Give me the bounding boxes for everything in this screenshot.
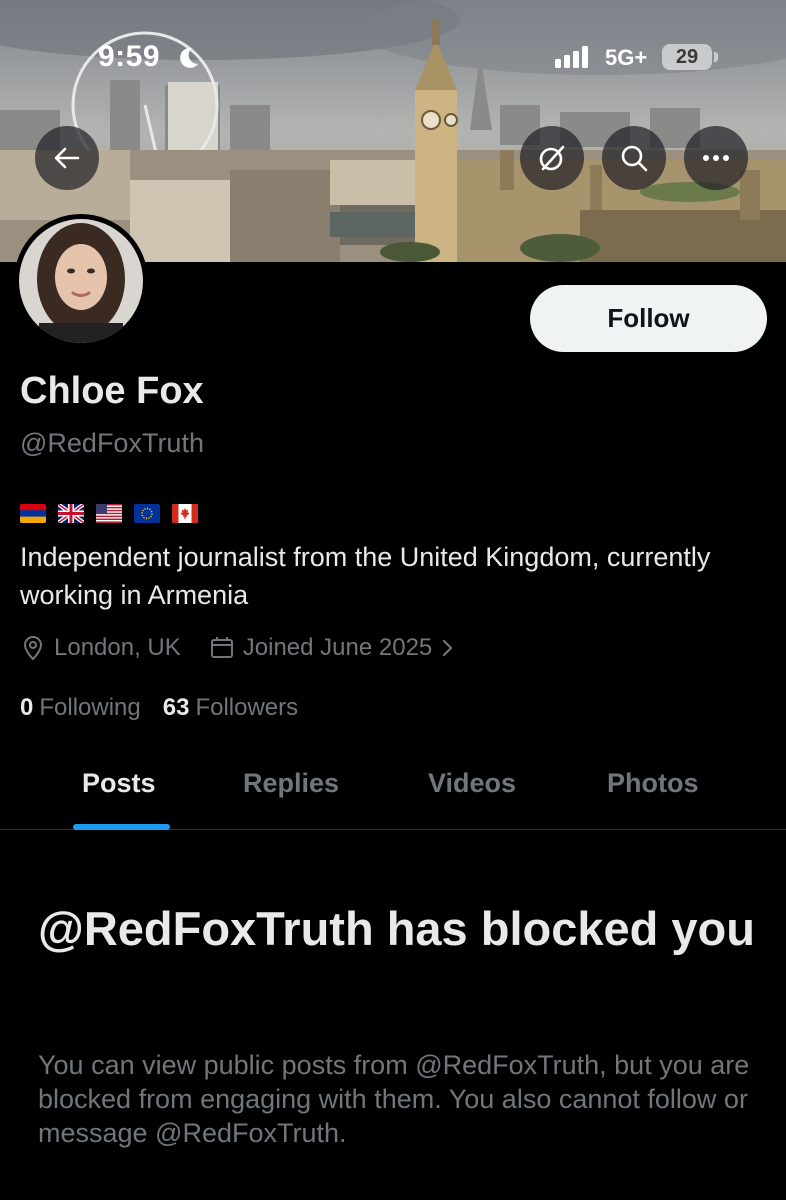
profile-bio: Independent journalist from the United K… [20,542,711,610]
search-button[interactable] [602,126,666,190]
profile-meta: London, UK Joined June 2025 [20,634,456,662]
status-time: 9:59 [98,40,161,73]
moon-icon [180,47,198,68]
armenia-flag-icon [20,504,46,523]
canada-flag-icon [172,504,198,523]
location-item: London, UK [20,634,181,662]
network-type: 5G+ [605,45,648,70]
tab-videos[interactable]: Videos [428,768,516,799]
location-text: London, UK [54,634,181,661]
location-pin-icon [23,635,43,661]
uk-flag-icon [58,504,84,523]
calendar-icon [210,637,233,658]
profile-banner[interactable]: 9:59 5G+ 29 [0,0,786,262]
following-stat[interactable]: 0 Following [20,694,141,722]
search-icon [621,145,648,172]
bio-flags [20,504,198,523]
chevron-right-icon [443,639,453,657]
follow-button[interactable]: Follow [530,285,767,352]
followers-stat[interactable]: 63 Followers [163,694,298,722]
following-label: Following [39,694,141,721]
profile-tabs: Posts Replies Videos Photos [0,750,786,830]
tab-photos[interactable]: Photos [607,768,699,799]
display-name: Chloe Fox [20,370,204,412]
back-button[interactable] [35,126,99,190]
grok-icon [539,145,565,171]
tab-posts[interactable]: Posts [82,768,156,799]
eu-flag-icon [134,504,160,523]
back-arrow-icon [54,147,80,169]
us-flag-icon [96,504,122,523]
joined-item[interactable]: Joined June 2025 [209,634,457,662]
more-button[interactable] [684,126,748,190]
followers-count: 63 [162,694,190,721]
followers-label: Followers [195,694,299,721]
battery-indicator: 29 [662,44,712,70]
user-handle: @RedFoxTruth [20,428,204,458]
profile-stats: 0 Following 63 Followers [20,694,298,722]
cellular-signal-icon [555,46,588,68]
avatar-photo [19,219,143,343]
tab-replies[interactable]: Replies [243,768,339,799]
joined-text: Joined June 2025 [242,634,433,661]
battery-tip [714,52,718,62]
blocked-title: @RedFoxTruth has blocked you [38,902,755,955]
active-tab-indicator [73,824,170,830]
avatar[interactable] [14,214,148,348]
more-icon [703,155,729,161]
grok-button[interactable] [520,126,584,190]
following-count: 0 [20,694,34,721]
blocked-description: You can view public posts from @RedFoxTr… [38,1050,750,1148]
